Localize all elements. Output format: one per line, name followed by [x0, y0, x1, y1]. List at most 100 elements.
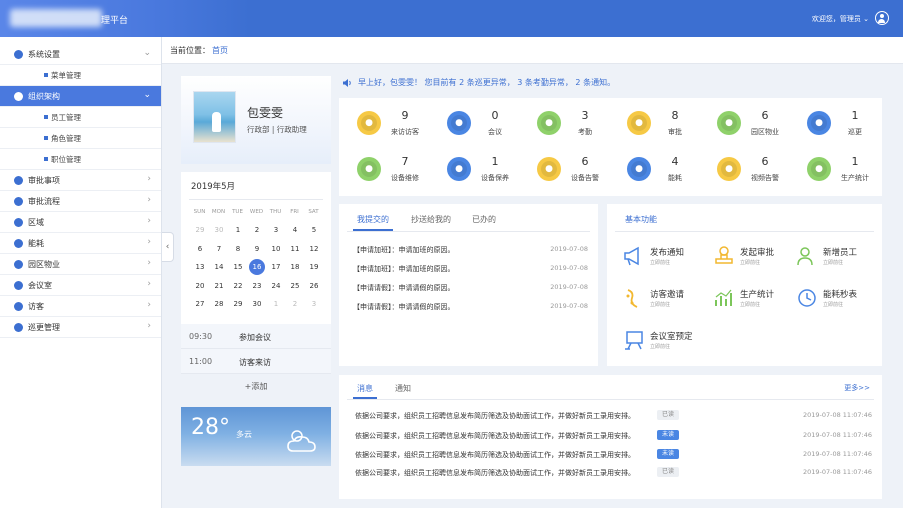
- stat-glyph: ●: [545, 118, 553, 128]
- sidebar-item-label: 角色管理: [51, 134, 81, 143]
- stat-item[interactable]: ● 1 生产统计: [807, 155, 899, 187]
- calendar-day[interactable]: 28: [211, 296, 227, 312]
- task-item[interactable]: 【申请请假】：申请请假的原因。 2019-07-08: [353, 302, 588, 312]
- sidebar-subitem-roles[interactable]: 角色管理: [0, 128, 161, 149]
- avatar-icon[interactable]: [875, 11, 889, 25]
- calendar-day[interactable]: 12: [306, 241, 322, 257]
- calendar-day[interactable]: 4: [287, 222, 303, 238]
- calendar-day[interactable]: 22: [230, 278, 246, 294]
- task-item[interactable]: 【申请加班】：申请加班的原因。 2019-07-08: [353, 245, 588, 255]
- tab-done[interactable]: 已办的: [472, 214, 496, 225]
- sidebar-item-system-settings[interactable]: 系统设置 ⌄: [0, 44, 161, 65]
- calendar-day[interactable]: 20: [192, 278, 208, 294]
- stat-item[interactable]: ● 6 园区物业: [717, 109, 809, 141]
- tab-submitted[interactable]: 我提交的: [357, 214, 389, 225]
- more-link[interactable]: 更多>>: [844, 383, 870, 393]
- tab-notifications[interactable]: 通知: [395, 383, 411, 394]
- func-book-meeting-room[interactable]: 会议室预定 立即前往: [623, 329, 723, 359]
- stat-item[interactable]: ● 7 设备维修: [357, 155, 449, 187]
- stat-item[interactable]: ● 4 能耗: [627, 155, 719, 187]
- sidebar-subitem-staff[interactable]: 员工管理: [0, 107, 161, 128]
- message-item[interactable]: 依据公司要求，组织员工招聘信息发布简历筛选及协助面试工作，并做好新员工录用安排。…: [355, 430, 872, 441]
- calendar-day[interactable]: 1: [230, 222, 246, 238]
- tab-cc-to-me[interactable]: 抄送给我的: [411, 214, 451, 225]
- sidebar-item-meeting-room[interactable]: 会议室 ›: [0, 275, 161, 296]
- sidebar-subitem-positions[interactable]: 职位管理: [0, 149, 161, 170]
- calendar-day[interactable]: 8: [230, 241, 246, 257]
- calendar-day[interactable]: 16: [249, 259, 265, 275]
- calendar-day[interactable]: 29: [192, 222, 208, 238]
- tab-messages[interactable]: 消息: [357, 383, 373, 394]
- sidebar-item-visitor[interactable]: 访客 ›: [0, 296, 161, 317]
- stat-item[interactable]: ● 0 会议: [447, 109, 539, 141]
- calendar-day[interactable]: 18: [287, 259, 303, 275]
- calendar-day[interactable]: 15: [230, 259, 246, 275]
- calendar-day[interactable]: 2: [249, 222, 265, 238]
- sidebar-item-energy[interactable]: 能耗 ›: [0, 233, 161, 254]
- stat-label: 设备告警: [571, 174, 599, 182]
- message-item[interactable]: 依据公司要求，组织员工招聘信息发布简历筛选及协助面试工作，并做好新员工录用安排。…: [355, 410, 872, 421]
- func-energy-timer[interactable]: 能耗秒表 立即前往: [796, 287, 881, 317]
- func-production-stats[interactable]: 生产统计 立即前往: [713, 287, 798, 317]
- calendar-day[interactable]: 30: [249, 296, 265, 312]
- stat-item[interactable]: ● 9 来访访客: [357, 109, 449, 141]
- weekday-label: TUE: [232, 209, 243, 215]
- func-start-approval[interactable]: 发起审批 立即前往: [713, 245, 798, 275]
- message-item[interactable]: 依据公司要求，组织员工招聘信息发布简历筛选及协助面试工作，并做好新员工录用安排。…: [355, 449, 872, 460]
- func-name: 会议室预定: [650, 332, 693, 342]
- sidebar-collapse-button[interactable]: ‹: [162, 232, 174, 262]
- add-schedule-button[interactable]: +添加: [181, 374, 331, 400]
- calendar-day[interactable]: 9: [249, 241, 265, 257]
- func-publish-notice[interactable]: 发布通知 立即前往: [623, 245, 708, 275]
- stat-item[interactable]: ● 6 设备告警: [537, 155, 629, 187]
- stamp-icon: [715, 246, 733, 264]
- calendar-day[interactable]: 1: [268, 296, 284, 312]
- calendar-day[interactable]: 25: [287, 278, 303, 294]
- calendar-day[interactable]: 3: [268, 222, 284, 238]
- stat-item[interactable]: ● 1 设备保养: [447, 155, 539, 187]
- calendar-day[interactable]: 7: [211, 241, 227, 257]
- stat-item[interactable]: ● 3 考勤: [537, 109, 629, 141]
- sidebar-item-approval-flow[interactable]: 审批流程 ›: [0, 191, 161, 212]
- task-item[interactable]: 【申请加班】：申请加班的原因。 2019-07-08: [353, 264, 588, 274]
- calendar-day[interactable]: 2: [287, 296, 303, 312]
- calendar-day[interactable]: 24: [268, 278, 284, 294]
- sidebar-item-property[interactable]: 园区物业 ›: [0, 254, 161, 275]
- breadcrumb-home-link[interactable]: 首页: [212, 45, 228, 56]
- calendar-day[interactable]: 19: [306, 259, 322, 275]
- calendar-day[interactable]: 21: [211, 278, 227, 294]
- calendar-day[interactable]: 29: [230, 296, 246, 312]
- task-item[interactable]: 【申请请假】：申请请假的原因。 2019-07-08: [353, 283, 588, 293]
- sidebar-subitem-menu[interactable]: 菜单管理: [0, 65, 161, 86]
- sidebar-item-area[interactable]: 区域 ›: [0, 212, 161, 233]
- stat-item[interactable]: ● 8 审批: [627, 109, 719, 141]
- sidebar-item-approval-items[interactable]: 审批事项 ›: [0, 170, 161, 191]
- calendar-day[interactable]: 27: [192, 296, 208, 312]
- calendar-day[interactable]: 26: [306, 278, 322, 294]
- stat-number: 6: [761, 109, 769, 122]
- schedule-item[interactable]: 09:30 参加会议: [181, 324, 331, 349]
- calendar-day[interactable]: 30: [211, 222, 227, 238]
- schedule-item[interactable]: 11:00 访客来访: [181, 349, 331, 374]
- calendar-day[interactable]: 23: [249, 278, 265, 294]
- sidebar-item-label: 审批流程: [28, 197, 60, 206]
- calendar-day[interactable]: 14: [211, 259, 227, 275]
- calendar-day[interactable]: 10: [268, 241, 284, 257]
- func-sub: 立即前往: [650, 302, 671, 308]
- func-invite-visitor[interactable]: 访客邀请 立即前往: [623, 287, 708, 317]
- stat-item[interactable]: ● 6 视频告警: [717, 155, 809, 187]
- calendar-day[interactable]: 17: [268, 259, 284, 275]
- sidebar-item-org[interactable]: 组织架构 ⌄: [0, 86, 161, 107]
- calendar-day[interactable]: 13: [192, 259, 208, 275]
- func-add-staff[interactable]: 新增员工 立即前往: [796, 245, 881, 275]
- stat-item[interactable]: ● 1 巡更: [807, 109, 899, 141]
- message-item[interactable]: 依据公司要求，组织员工招聘信息发布简历筛选及协助面试工作，并做好新员工录用安排。…: [355, 467, 872, 478]
- calendar-day[interactable]: 3: [306, 296, 322, 312]
- calendar-day[interactable]: 11: [287, 241, 303, 257]
- approval-icon: ●: [627, 111, 651, 135]
- calendar-day[interactable]: 6: [192, 241, 208, 257]
- user-menu[interactable]: 欢迎您，管理员 ⌄: [812, 14, 869, 24]
- calendar-day[interactable]: 5: [306, 222, 322, 238]
- sidebar-item-patrol[interactable]: 巡更管理 ›: [0, 317, 161, 338]
- sidebar-item-label: 菜单管理: [51, 71, 81, 80]
